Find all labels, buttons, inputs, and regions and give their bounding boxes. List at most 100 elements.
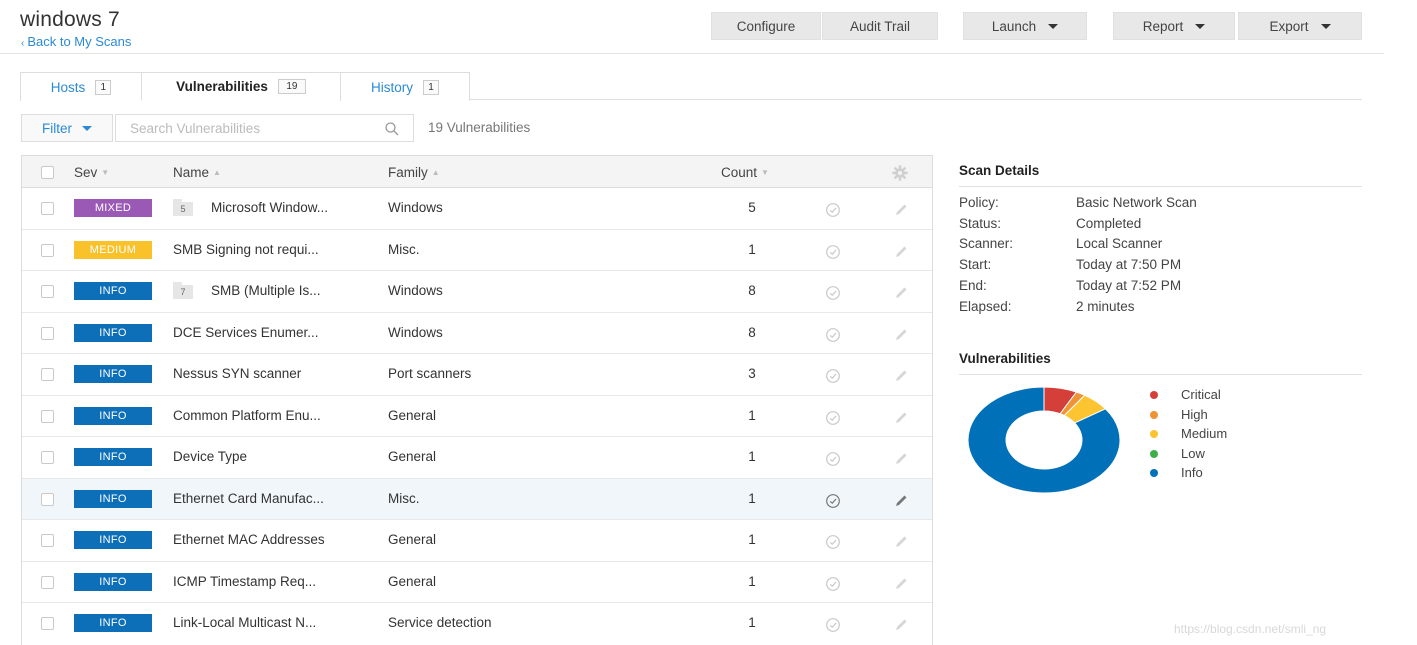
filter-button[interactable]: Filter xyxy=(21,114,113,142)
caret-down-icon xyxy=(1320,23,1331,29)
table-row[interactable]: INFO Ethernet MAC Addresses General 1 xyxy=(22,520,932,562)
vulnerability-name[interactable]: Ethernet Card Manufac... xyxy=(173,491,324,506)
severity-badge: INFO xyxy=(74,323,152,342)
vulnerability-count: 19 Vulnerabilities xyxy=(428,120,531,135)
vulnerability-count-cell: 1 xyxy=(748,490,756,506)
pencil-icon[interactable] xyxy=(892,575,910,593)
sev-header-label: Sev xyxy=(74,165,98,180)
vulnerabilities-table: Sev ▼ Name ▲ Family ▲ Count ▼ MIXED 5 Microsof… xyxy=(21,155,933,645)
vulnerability-count-cell: 3 xyxy=(748,366,756,381)
table-row[interactable]: INFO Ethernet Card Manufac... Misc. 1 xyxy=(22,478,932,520)
check-circle-icon[interactable] xyxy=(824,450,842,468)
table-row[interactable]: INFO Common Platform Enu... General 1 xyxy=(22,395,932,437)
check-circle-icon[interactable] xyxy=(824,326,842,344)
scan-tabs: Hosts 1 Vulnerabilities 19 History 1 xyxy=(20,72,1362,101)
vulnerability-name[interactable]: Device Type xyxy=(173,449,247,464)
table-row[interactable]: MIXED 5 Microsoft Window... Windows 5 xyxy=(22,188,932,230)
table-row[interactable]: INFO Device Type General 1 xyxy=(22,437,932,479)
check-circle-icon[interactable] xyxy=(824,243,842,261)
table-row[interactable]: INFO Nessus SYN scanner Port scanners 3 xyxy=(22,354,932,396)
sort-asc-icon: ▲ xyxy=(431,168,440,177)
row-checkbox[interactable] xyxy=(41,285,54,298)
row-checkbox[interactable] xyxy=(41,409,54,423)
scan-detail-value: Completed xyxy=(1076,216,1142,231)
check-circle-icon[interactable] xyxy=(824,201,842,219)
column-header-family[interactable]: Family ▲ xyxy=(388,165,440,180)
report-button[interactable]: Report xyxy=(1113,12,1235,40)
vulnerability-name[interactable]: Link-Local Multicast N... xyxy=(173,615,316,630)
check-circle-icon[interactable] xyxy=(824,284,842,302)
check-circle-icon[interactable] xyxy=(824,409,842,427)
select-all-checkbox[interactable] xyxy=(41,166,54,179)
vulnerability-name[interactable]: ICMP Timestamp Req... xyxy=(173,574,316,589)
tab-history-label: History xyxy=(370,79,413,95)
export-button[interactable]: Export xyxy=(1238,12,1362,40)
scan-detail-value: Basic Network Scan xyxy=(1076,195,1197,210)
column-header-name[interactable]: Name ▲ xyxy=(173,165,221,180)
caret-down-icon xyxy=(1048,23,1059,29)
table-row[interactable]: INFO DCE Services Enumer... Windows 8 xyxy=(22,312,932,354)
table-row[interactable]: INFO Link-Local Multicast N... Service det… xyxy=(22,603,932,645)
pencil-icon[interactable] xyxy=(892,492,910,510)
vulnerability-name[interactable]: Microsoft Window... xyxy=(211,200,328,215)
search-box xyxy=(115,114,414,142)
row-checkbox[interactable] xyxy=(41,617,54,630)
scan-detail-key: Scanner: xyxy=(959,236,1014,251)
vulnerability-name[interactable]: Ethernet MAC Addresses xyxy=(173,532,325,547)
vulnerability-name[interactable]: DCE Services Enumer... xyxy=(173,325,319,340)
report-label: Report xyxy=(1142,18,1184,34)
vulnerability-name[interactable]: Common Platform Enu... xyxy=(173,408,321,423)
gear-icon[interactable] xyxy=(891,164,909,182)
pencil-icon[interactable] xyxy=(892,450,910,468)
pencil-icon[interactable] xyxy=(892,367,910,385)
check-circle-icon[interactable] xyxy=(824,575,842,593)
tab-hosts-count: 1 xyxy=(95,79,112,95)
legend-dot-icon xyxy=(1150,449,1158,458)
row-checkbox[interactable] xyxy=(41,534,54,547)
row-checkbox[interactable] xyxy=(41,243,54,257)
check-circle-icon[interactable] xyxy=(824,533,842,551)
tab-history[interactable]: History 1 xyxy=(340,72,470,101)
pencil-icon[interactable] xyxy=(892,409,910,427)
vulnerability-name[interactable]: Nessus SYN scanner xyxy=(173,366,301,381)
tab-vulnerabilities[interactable]: Vulnerabilities 19 xyxy=(141,72,341,101)
row-checkbox[interactable] xyxy=(41,326,54,340)
vulnerability-count-cell: 1 xyxy=(748,573,756,589)
pencil-icon[interactable] xyxy=(892,616,910,634)
row-checkbox[interactable] xyxy=(41,492,54,506)
audit-trail-button[interactable]: Audit Trail xyxy=(822,12,938,40)
launch-button[interactable]: Launch xyxy=(963,12,1087,40)
pencil-icon[interactable] xyxy=(892,326,910,344)
severity-badge: INFO xyxy=(74,572,152,591)
legend-dot-icon xyxy=(1150,469,1158,477)
back-to-scans-link[interactable]: ‹ Back to My Scans xyxy=(21,34,131,49)
row-checkbox[interactable] xyxy=(41,451,54,464)
pencil-icon[interactable] xyxy=(892,201,910,219)
table-row[interactable]: INFO 7 SMB (Multiple Is... Windows 8 xyxy=(22,271,932,313)
check-circle-icon[interactable] xyxy=(824,492,842,510)
table-row[interactable]: INFO ICMP Timestamp Req... General 1 xyxy=(22,561,932,603)
pencil-icon[interactable] xyxy=(892,533,910,551)
pencil-icon[interactable] xyxy=(892,284,910,302)
vulnerability-name[interactable]: SMB Signing not requi... xyxy=(173,242,319,257)
row-checkbox[interactable] xyxy=(41,575,54,589)
pencil-icon[interactable] xyxy=(892,243,910,261)
row-checkbox[interactable] xyxy=(41,202,54,215)
check-circle-icon[interactable] xyxy=(824,367,842,385)
check-circle-icon[interactable] xyxy=(824,616,842,634)
legend-label: Low xyxy=(1181,445,1205,461)
column-header-count[interactable]: Count ▼ xyxy=(721,165,769,180)
row-checkbox[interactable] xyxy=(41,368,54,381)
severity-badge: MIXED xyxy=(74,199,152,217)
column-header-sev[interactable]: Sev ▼ xyxy=(74,165,109,180)
group-count-badge: 7 xyxy=(173,282,193,299)
tab-hosts[interactable]: Hosts 1 xyxy=(20,72,142,101)
scan-detail-value: Today at 7:50 PM xyxy=(1076,257,1182,272)
vulnerability-name[interactable]: SMB (Multiple Is... xyxy=(211,283,321,298)
configure-button[interactable]: Configure xyxy=(711,12,821,40)
search-icon[interactable] xyxy=(384,121,400,137)
sort-desc-icon: ▼ xyxy=(101,168,110,177)
scan-header: windows 7 ‹ Back to My Scans Configure Au… xyxy=(0,0,1384,54)
table-row[interactable]: MEDIUM SMB Signing not requi... Misc. 1 xyxy=(22,229,932,271)
search-input[interactable] xyxy=(116,115,376,141)
